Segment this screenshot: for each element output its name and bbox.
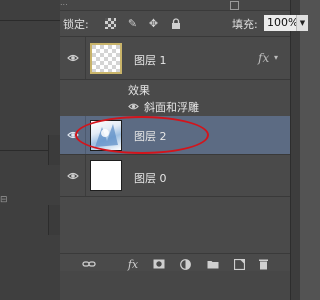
effect-name: 斜面和浮雕 bbox=[144, 101, 199, 114]
adjustment-layer-icon[interactable] bbox=[178, 257, 192, 271]
panel-scrollbar[interactable] bbox=[290, 0, 300, 300]
lock-transparent-pixels-icon[interactable] bbox=[105, 18, 116, 29]
chevron-down-icon[interactable]: ▾ bbox=[274, 53, 278, 62]
fill-dropdown-arrow-icon[interactable]: ▼ bbox=[296, 15, 308, 31]
layer-thumbnail[interactable] bbox=[90, 43, 122, 74]
layer-name[interactable]: 图层 2 bbox=[134, 128, 167, 144]
panel-footer bbox=[60, 271, 290, 300]
adjacent-panel: ⊟ bbox=[0, 0, 61, 300]
collapse-handle[interactable]: ⊟ bbox=[0, 195, 8, 205]
add-mask-icon[interactable] bbox=[152, 257, 166, 271]
layer-row[interactable]: 图层 1 fx ▾ bbox=[60, 37, 290, 80]
layer-style-fx-icon[interactable]: fx bbox=[126, 257, 140, 271]
lock-all-icon[interactable] bbox=[170, 18, 181, 29]
layer-thumbnail[interactable] bbox=[90, 120, 122, 151]
layer-name[interactable]: 图层 1 bbox=[134, 52, 167, 68]
blend-mode-dropdown[interactable]: ... bbox=[60, 0, 68, 7]
link-layers-icon[interactable] bbox=[82, 257, 96, 271]
effect-item[interactable]: 斜面和浮雕 bbox=[60, 97, 290, 117]
eye-icon[interactable] bbox=[67, 129, 79, 141]
lock-checkbox[interactable] bbox=[230, 1, 239, 10]
layer-row-selected[interactable]: 图层 2 bbox=[60, 116, 290, 155]
blend-options-row: ... bbox=[60, 0, 290, 11]
effects-label: 效果 bbox=[128, 84, 150, 97]
trash-icon[interactable] bbox=[256, 257, 270, 271]
layer-row[interactable]: 图层 0 bbox=[60, 155, 290, 197]
effects-row[interactable]: 效果 bbox=[60, 80, 290, 98]
fx-icon[interactable]: fx bbox=[258, 51, 269, 65]
eye-icon[interactable] bbox=[128, 101, 139, 112]
divider bbox=[0, 20, 60, 21]
lock-fill-row: 锁定: ✎ ✥ 填充: 100% ▼ bbox=[60, 11, 308, 37]
fill-label: 填充: bbox=[232, 18, 258, 31]
visibility-column bbox=[60, 116, 86, 154]
visibility-column bbox=[60, 37, 86, 79]
lock-position-icon[interactable]: ✥ bbox=[148, 17, 159, 30]
visibility-column bbox=[60, 155, 86, 196]
lock-label: 锁定: bbox=[63, 18, 89, 31]
folder-icon[interactable] bbox=[206, 257, 220, 271]
lock-image-pixels-icon[interactable]: ✎ bbox=[127, 17, 138, 30]
eye-icon[interactable] bbox=[67, 170, 79, 182]
layer-name[interactable]: 图层 0 bbox=[134, 170, 167, 186]
new-layer-icon[interactable] bbox=[232, 257, 246, 271]
fill-input[interactable]: 100% bbox=[264, 15, 298, 31]
eye-icon[interactable] bbox=[67, 52, 79, 64]
layer-thumbnail[interactable] bbox=[90, 160, 122, 191]
